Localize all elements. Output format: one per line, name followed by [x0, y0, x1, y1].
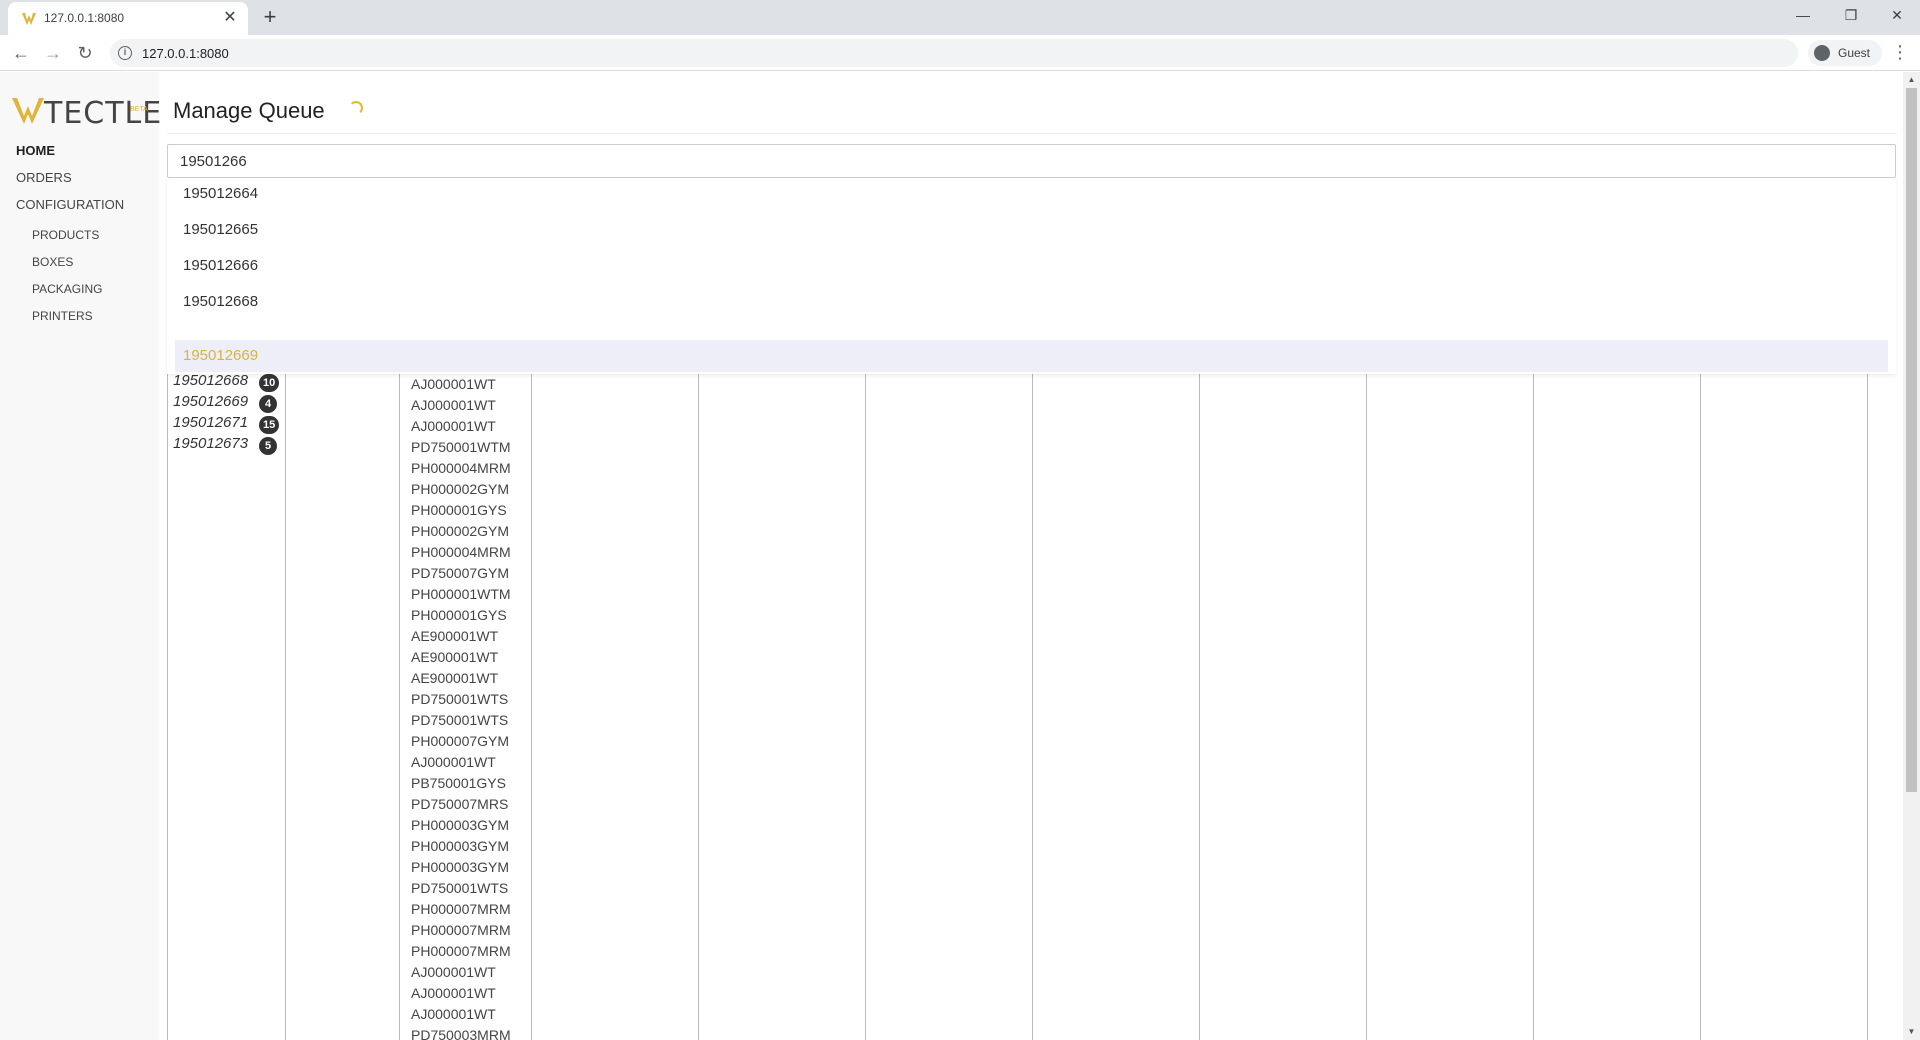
order-id: 195012673	[173, 435, 249, 452]
sku-item: PH000004MRM	[411, 544, 511, 560]
order-id: 195012669	[173, 393, 249, 410]
sku-item: AE900001WT	[411, 649, 499, 665]
sku-item: PH000004MRM	[411, 460, 511, 476]
guest-avatar-icon	[1814, 45, 1830, 61]
maximize-button[interactable]: ❐	[1828, 0, 1874, 30]
scroll-down-icon[interactable]: ▼	[1903, 1024, 1920, 1040]
sku-item: PH000001WTM	[411, 586, 511, 602]
autocomplete-option[interactable]: 195012664	[167, 178, 1896, 210]
sku-item: PD750007GYM	[411, 565, 510, 581]
scrollbar-thumb[interactable]	[1906, 88, 1917, 792]
profile-button[interactable]: Guest	[1808, 40, 1882, 66]
reload-icon[interactable]: ↻	[73, 41, 97, 65]
autocomplete-dropdown: 195012664 195012665 195012666 195012668 …	[167, 178, 1896, 374]
sku-item: PD750001WTS	[411, 691, 509, 707]
profile-label: Guest	[1838, 46, 1871, 60]
sku-item: PH000001GYS	[411, 502, 507, 518]
main-content: Manage Queue 195012668 10 195012669 4 19…	[159, 72, 1903, 1040]
sku-item: PH000003GYM	[411, 838, 510, 854]
url-text: 127.0.0.1:8080	[142, 46, 229, 61]
nav-products[interactable]: PRODUCTS	[32, 228, 99, 242]
sku-item: PD750007MRS	[411, 796, 509, 812]
count-badge: 10	[259, 374, 280, 392]
sku-item: PB750001GYS	[411, 775, 506, 791]
sku-item: PH000007MRM	[411, 922, 511, 938]
nav-packaging[interactable]: PACKAGING	[32, 282, 102, 296]
scroll-up-icon[interactable]: ▲	[1903, 72, 1920, 88]
sku-item: AJ000001WT	[411, 397, 496, 413]
autocomplete-option[interactable]: 195012666	[167, 250, 1896, 282]
sku-item: PH000007MRM	[411, 943, 511, 959]
tectle-logo-icon	[12, 98, 44, 124]
tectle-favicon-icon	[22, 13, 36, 25]
new-tab-button[interactable]: +	[258, 5, 282, 29]
sku-item: AE900001WT	[411, 670, 499, 686]
order-id: 195012671	[173, 414, 249, 431]
title-divider	[167, 133, 1897, 134]
browser-tab[interactable]: 127.0.0.1:8080 ✕	[8, 2, 248, 35]
order-search-input[interactable]	[167, 144, 1896, 178]
queue-item[interactable]: 195012671 15	[173, 414, 280, 435]
nav-printers[interactable]: PRINTERS	[32, 309, 93, 323]
sku-item: PH000001GYS	[411, 607, 507, 623]
sku-item: PH000003GYM	[411, 859, 510, 875]
address-bar[interactable]: i 127.0.0.1:8080	[110, 39, 1798, 67]
count-badge: 15	[259, 416, 280, 434]
sku-item: AJ000001WT	[411, 754, 496, 770]
tab-title: 127.0.0.1:8080	[44, 11, 125, 25]
sku-item: AJ000001WT	[411, 376, 496, 392]
queue-item[interactable]: 195012668 10	[173, 372, 280, 393]
count-badge: 4	[259, 395, 277, 413]
nav-configuration[interactable]: CONFIGURATION	[16, 197, 124, 212]
browser-tab-strip: 127.0.0.1:8080 ✕ + — ❐ ✕	[0, 0, 1920, 35]
sku-item: AJ000001WT	[411, 985, 496, 1001]
queue-item[interactable]: 195012669 4	[173, 393, 277, 414]
sku-item: PD750001WTS	[411, 712, 509, 728]
page-scrollbar[interactable]: ▲ ▼	[1903, 72, 1920, 1040]
minimize-button[interactable]: —	[1780, 0, 1826, 30]
count-badge: 5	[259, 437, 277, 455]
sku-item: AE900001WT	[411, 628, 499, 644]
sku-item: AJ000001WT	[411, 964, 496, 980]
nav-orders[interactable]: ORDERS	[16, 170, 72, 185]
beta-label: BETA	[130, 106, 148, 113]
site-info-icon[interactable]: i	[118, 46, 132, 60]
queue-item[interactable]: 195012673 5	[173, 435, 277, 456]
window-close-button[interactable]: ✕	[1874, 0, 1920, 30]
sidebar: TECTLE BETA HOME ORDERS CONFIGURATION PR…	[0, 72, 161, 1040]
autocomplete-option[interactable]: 195012665	[167, 214, 1896, 246]
sku-item: PD750003MRM	[411, 1027, 511, 1040]
logo-text: TECTLE	[44, 96, 163, 131]
sku-item: AJ000001WT	[411, 1006, 496, 1022]
sku-item: PD750001WTS	[411, 880, 509, 896]
sku-item: PH000002GYM	[411, 481, 510, 497]
nav-boxes[interactable]: BOXES	[32, 255, 73, 269]
sku-item: PH000003GYM	[411, 817, 510, 833]
loading-spinner-icon	[349, 101, 363, 115]
browser-menu-icon[interactable]: ⋮	[1888, 41, 1912, 65]
browser-toolbar: ← → ↻ i 127.0.0.1:8080 Guest ⋮	[0, 35, 1920, 71]
back-arrow-icon[interactable]: ←	[9, 41, 33, 65]
sku-item: AJ000001WT	[411, 418, 496, 434]
sku-item: PD750001WTM	[411, 439, 511, 455]
autocomplete-option-highlighted[interactable]: 195012669	[175, 340, 1888, 372]
forward-arrow-icon[interactable]: →	[41, 41, 65, 65]
sku-item: PH000007GYM	[411, 733, 510, 749]
sku-item: PH000002GYM	[411, 523, 510, 539]
autocomplete-option[interactable]: 195012668	[167, 286, 1896, 318]
page-title: Manage Queue	[173, 98, 325, 123]
tab-close-icon[interactable]: ✕	[220, 8, 240, 28]
nav-home[interactable]: HOME	[16, 143, 55, 158]
order-id: 195012668	[173, 372, 249, 389]
tectle-logo[interactable]: TECTLE BETA	[12, 96, 161, 131]
sku-item: PH000007MRM	[411, 901, 511, 917]
